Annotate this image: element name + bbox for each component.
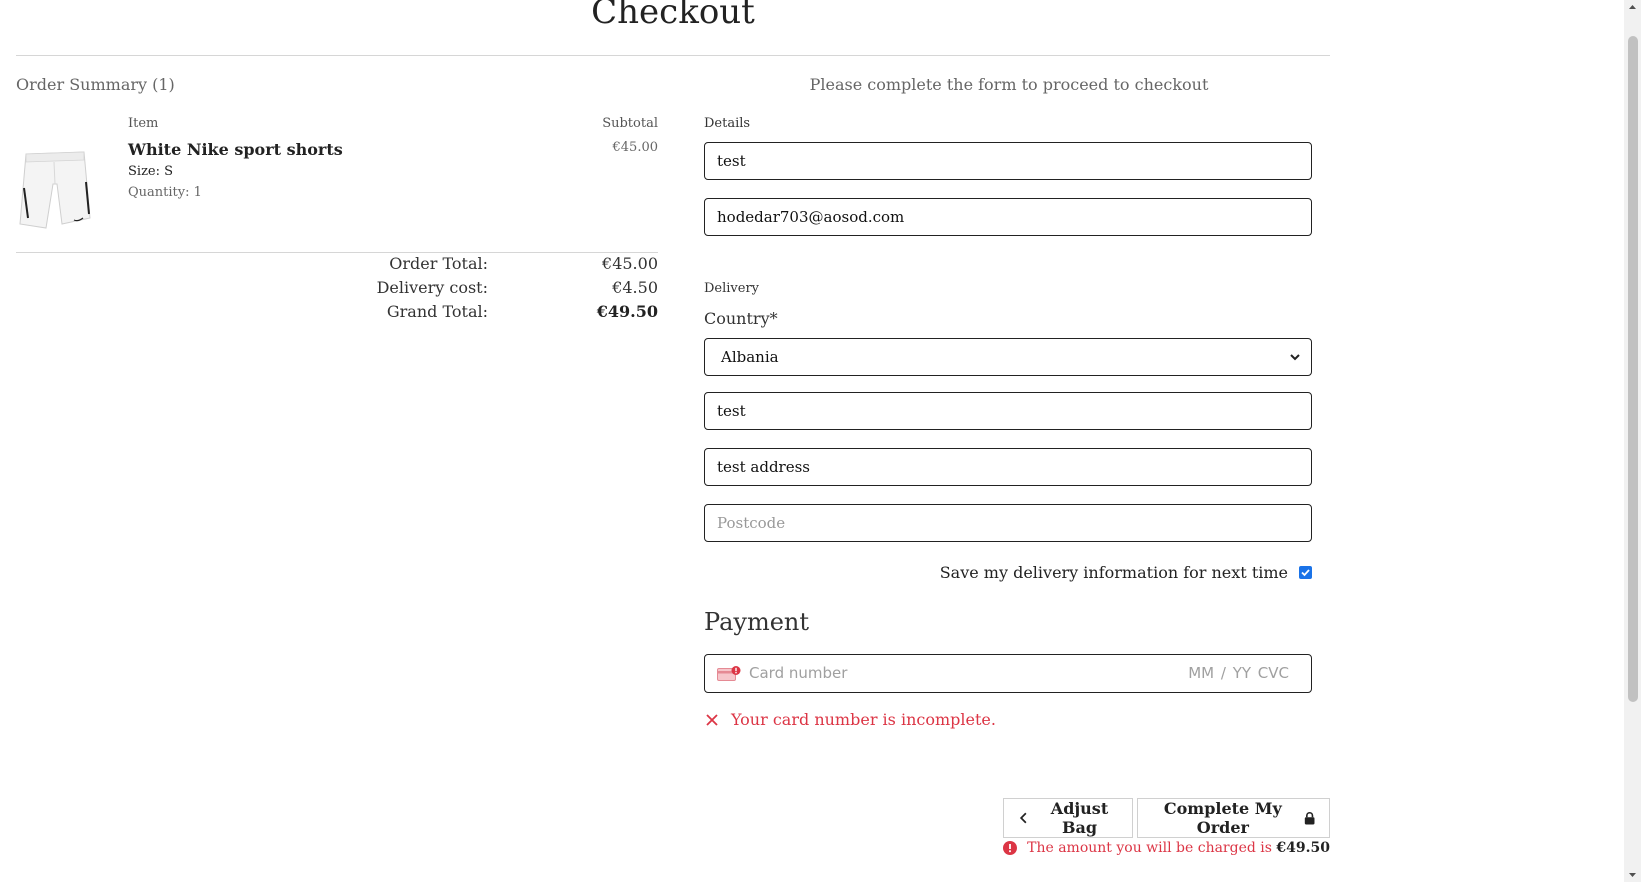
- order-total-value: €45.00: [602, 254, 658, 273]
- product-name: White Nike sport shorts: [128, 140, 343, 159]
- order-total-row: Order Total: €45.00: [16, 254, 658, 276]
- grand-total-row: Grand Total: €49.50: [16, 302, 658, 324]
- scrollbar-thumb[interactable]: [1628, 36, 1638, 702]
- order-total-label: Order Total:: [389, 254, 488, 273]
- grand-total-value: €49.50: [596, 302, 658, 321]
- grand-total-label: Grand Total:: [386, 302, 488, 321]
- delivery-cost-value: €4.50: [612, 278, 658, 297]
- charge-notice-text: The amount you will be charged is: [1027, 840, 1272, 856]
- adjust-bag-label: Adjust Bag: [1050, 799, 1109, 837]
- close-icon: [706, 714, 718, 726]
- street-address-input[interactable]: [704, 448, 1312, 486]
- save-info-checkbox[interactable]: [1299, 566, 1312, 579]
- card-element[interactable]: Card number MM / YY CVC: [704, 654, 1312, 693]
- summary-divider: [16, 252, 658, 253]
- card-expiry-cvc-placeholder: MM / YY CVC: [1188, 664, 1289, 682]
- lock-icon: [1304, 812, 1315, 825]
- details-legend: Details: [704, 116, 751, 131]
- product-size: Size: S: [128, 164, 174, 179]
- email-input[interactable]: [704, 198, 1312, 236]
- product-quantity: Quantity: 1: [128, 185, 202, 200]
- town-input[interactable]: [704, 392, 1312, 430]
- chevron-down-icon: [1290, 354, 1300, 361]
- payment-heading: Payment: [704, 608, 809, 636]
- scroll-down-arrow-icon[interactable]: [1628, 870, 1637, 879]
- delivery-cost-label: Delivery cost:: [376, 278, 488, 297]
- full-name-input[interactable]: [704, 142, 1312, 180]
- chevron-left-icon: [1019, 812, 1027, 824]
- country-select-value: Albania: [721, 348, 779, 366]
- order-summary-heading: Order Summary (1): [16, 75, 175, 94]
- product-image: [16, 148, 96, 236]
- page-title: Checkout: [591, 0, 755, 32]
- complete-order-button[interactable]: Complete My Order: [1137, 798, 1330, 838]
- form-intro-text: Please complete the form to proceed to c…: [809, 75, 1209, 94]
- country-select[interactable]: Albania: [704, 338, 1312, 376]
- column-header-subtotal: Subtotal: [602, 116, 658, 131]
- page-scrollbar[interactable]: [1624, 0, 1641, 882]
- card-number-placeholder: Card number: [749, 664, 848, 682]
- title-divider: [16, 55, 1330, 56]
- postcode-input[interactable]: [704, 504, 1312, 542]
- card-error-icon: [717, 666, 741, 681]
- scroll-up-arrow-icon[interactable]: [1628, 3, 1637, 12]
- product-subtotal: €45.00: [612, 140, 659, 155]
- adjust-bag-button[interactable]: Adjust Bag: [1003, 798, 1133, 838]
- delivery-legend: Delivery: [704, 281, 760, 296]
- exclamation-circle-icon: [1003, 841, 1018, 855]
- country-label: Country*: [704, 309, 778, 328]
- complete-order-label: Complete My Order: [1163, 799, 1282, 837]
- card-error-message: Your card number is incomplete.: [731, 710, 996, 729]
- save-info-label: Save my delivery information for next ti…: [939, 563, 1288, 582]
- checkmark-icon: [1301, 569, 1310, 577]
- save-info-row: Save my delivery information for next ti…: [704, 563, 1312, 585]
- column-header-item: Item: [128, 116, 159, 131]
- charge-amount: €49.50: [1276, 840, 1330, 856]
- charge-notice: The amount you will be charged is €49.50: [1003, 840, 1330, 856]
- delivery-cost-row: Delivery cost: €4.50: [16, 278, 658, 300]
